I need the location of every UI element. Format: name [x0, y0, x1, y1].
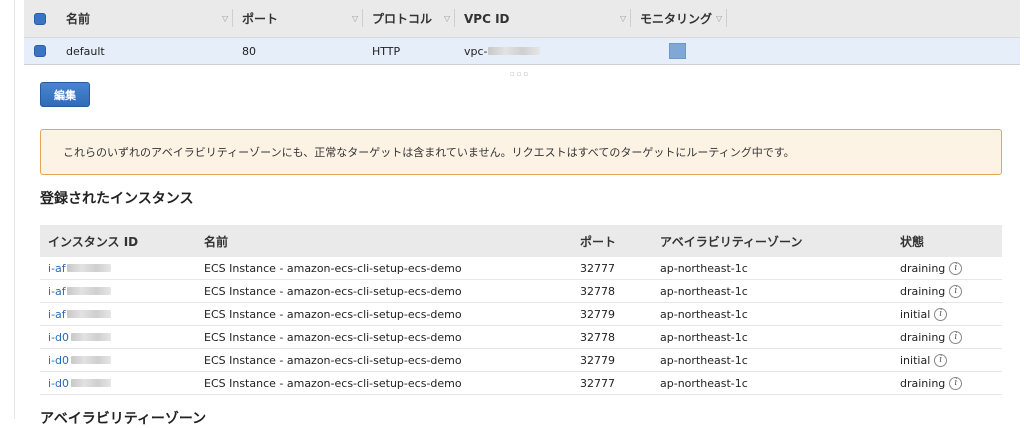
column-header-instance-id[interactable]: インスタンス ID — [48, 225, 138, 257]
redacted-block — [71, 356, 112, 364]
column-header-vpc-id[interactable]: VPC ID — [464, 0, 510, 37]
instance-status: initial — [900, 353, 931, 367]
info-icon[interactable]: i — [949, 376, 963, 390]
instance-id-link[interactable]: i-d0 — [48, 377, 69, 390]
column-header-monitoring[interactable]: モニタリング — [640, 0, 720, 37]
table-row: i-d0 ECS Instance - amazon-ecs-cli-setup… — [40, 326, 1002, 349]
instance-status: draining — [900, 330, 946, 344]
select-all-checkbox[interactable] — [34, 12, 46, 25]
instance-id-link[interactable]: i-d0 — [48, 331, 69, 344]
warning-banner: これらのいずれのアベイラビリティーゾーンにも、正常なターゲットは含まれていません… — [40, 129, 1002, 175]
instance-id-link[interactable]: i-af — [48, 262, 66, 275]
instance-port: 32777 — [580, 376, 615, 390]
instance-status: draining — [900, 261, 946, 275]
redacted-block — [487, 47, 540, 55]
column-separator — [454, 9, 455, 27]
target-group-table-header: 名前 ▽ ポート ▽ プロトコル ▽ VPC ID ▽ モニタリング ▽ — [24, 0, 1020, 37]
instance-port: 32777 — [580, 261, 615, 275]
instance-availability-zone: ap-northeast-1c — [660, 330, 748, 344]
redacted-block — [71, 333, 112, 341]
registered-instances-title: 登録されたインスタンス — [40, 191, 194, 207]
instance-name: ECS Instance - amazon-ecs-cli-setup-ecs-… — [204, 353, 462, 367]
column-header-status[interactable]: 状態 — [900, 225, 924, 257]
column-header-availability-zone[interactable]: アベイラビリティーゾーン — [660, 225, 802, 257]
table-row: i-af ECS Instance - amazon-ecs-cli-setup… — [40, 280, 1002, 303]
instance-id-link[interactable]: i-d0 — [48, 354, 69, 367]
instance-availability-zone: ap-northeast-1c — [660, 284, 748, 298]
instance-availability-zone: ap-northeast-1c — [660, 307, 748, 321]
table-row: i-d0 ECS Instance - amazon-ecs-cli-setup… — [40, 372, 1002, 395]
instance-port: 32778 — [580, 284, 615, 298]
instance-name: ECS Instance - amazon-ecs-cli-setup-ecs-… — [204, 330, 462, 344]
target-group-port: 80 — [242, 44, 256, 58]
column-header-protocol[interactable]: プロトコル — [372, 0, 432, 37]
instance-name: ECS Instance - amazon-ecs-cli-setup-ecs-… — [204, 307, 462, 321]
info-icon[interactable]: i — [934, 307, 948, 321]
column-separator — [726, 9, 727, 27]
redacted-block — [66, 310, 111, 318]
instance-name: ECS Instance - amazon-ecs-cli-setup-ecs-… — [204, 376, 462, 390]
info-icon[interactable]: i — [949, 330, 963, 344]
instance-port: 32778 — [580, 330, 615, 344]
sort-caret-icon[interactable]: ▽ — [444, 14, 450, 23]
instance-availability-zone: ap-northeast-1c — [660, 353, 748, 367]
column-header-name[interactable]: 名前 — [204, 225, 228, 257]
sort-caret-icon[interactable]: ▽ — [352, 14, 358, 23]
sort-caret-icon[interactable]: ▽ — [716, 14, 722, 23]
target-group-vpc-id: vpc- — [464, 44, 488, 58]
column-header-port[interactable]: ポート — [242, 0, 278, 37]
instance-port: 32779 — [580, 353, 615, 367]
redacted-block — [71, 379, 112, 387]
column-separator — [232, 9, 233, 27]
load-balancer-target-group-page: 名前 ▽ ポート ▽ プロトコル ▽ VPC ID ▽ モニタリング ▽ def… — [0, 0, 1024, 427]
column-separator — [630, 9, 631, 27]
instance-id-link[interactable]: i-af — [48, 285, 66, 298]
column-header-name[interactable]: 名前 — [66, 0, 90, 37]
instance-id-link[interactable]: i-af — [48, 308, 66, 321]
resize-grip-icon[interactable]: ▫▫▫ — [510, 70, 530, 78]
sort-caret-icon[interactable]: ▽ — [620, 14, 626, 23]
sort-caret-icon[interactable]: ▽ — [222, 14, 228, 23]
target-group-protocol: HTTP — [372, 44, 401, 58]
edit-button[interactable]: 編集 — [40, 82, 90, 107]
left-divider — [14, 0, 15, 419]
table-row: i-d0 ECS Instance - amazon-ecs-cli-setup… — [40, 349, 1002, 372]
warning-message: これらのいずれのアベイラビリティーゾーンにも、正常なターゲットは含まれていません… — [63, 146, 795, 159]
instance-availability-zone: ap-northeast-1c — [660, 261, 748, 275]
instance-availability-zone: ap-northeast-1c — [660, 376, 748, 390]
redacted-block — [66, 264, 111, 272]
target-group-name: default — [66, 44, 105, 58]
availability-zones-title: アベイラビリティーゾーン — [40, 411, 207, 427]
table-row: i-af ECS Instance - amazon-ecs-cli-setup… — [40, 257, 1002, 280]
target-group-row[interactable]: default 80 HTTP vpc- — [24, 37, 1020, 65]
instance-status: initial — [900, 307, 931, 321]
row-checkbox[interactable] — [34, 45, 46, 57]
info-icon[interactable]: i — [949, 284, 963, 298]
redacted-block — [66, 287, 111, 295]
info-icon[interactable]: i — [949, 261, 963, 275]
instance-name: ECS Instance - amazon-ecs-cli-setup-ecs-… — [204, 284, 462, 298]
instance-name: ECS Instance - amazon-ecs-cli-setup-ecs-… — [204, 261, 462, 275]
column-separator — [362, 9, 363, 27]
instance-status: draining — [900, 284, 946, 298]
instances-table-header: インスタンス ID 名前 ポート アベイラビリティーゾーン 状態 — [40, 225, 1002, 257]
instance-port: 32779 — [580, 307, 615, 321]
info-icon[interactable]: i — [934, 353, 948, 367]
table-row: i-af ECS Instance - amazon-ecs-cli-setup… — [40, 303, 1002, 326]
instance-status: draining — [900, 376, 946, 390]
registered-instances-table: インスタンス ID 名前 ポート アベイラビリティーゾーン 状態 i-af EC… — [40, 225, 1002, 395]
column-header-port[interactable]: ポート — [580, 225, 616, 257]
monitoring-icon[interactable] — [669, 43, 686, 59]
